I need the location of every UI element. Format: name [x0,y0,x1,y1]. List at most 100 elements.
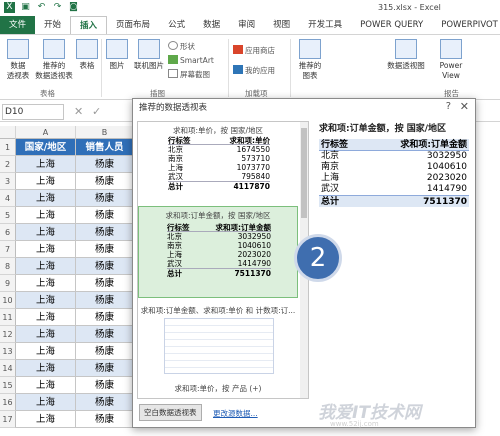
data-cell[interactable]: 上海 [16,411,76,428]
column-header-b[interactable]: B [76,126,134,139]
shapes-button[interactable]: 形状 [168,41,195,52]
data-cell[interactable]: 上海 [16,241,76,258]
pivot-table-button[interactable]: 数据 透视表 [3,39,33,81]
row-header[interactable]: 4 [0,190,16,207]
data-cell[interactable]: 上海 [16,360,76,377]
row-header[interactable]: 1 [0,139,16,156]
recommendation-card-2-selected[interactable]: 求和项:订单金额，按 国家/地区 行标签 求和项:订单金额 北京 3032950 南… [138,206,298,298]
row-header[interactable]: 8 [0,258,16,275]
data-cell[interactable]: 上海 [16,343,76,360]
data-cell[interactable]: 杨康 [76,190,134,207]
formula-cancel-icon[interactable]: ✕ [74,105,83,118]
data-cell[interactable]: 杨康 [76,156,134,173]
data-cell[interactable]: 杨康 [76,224,134,241]
data-cell[interactable]: 上海 [16,309,76,326]
data-cell[interactable]: 上海 [16,190,76,207]
help-icon[interactable]: ? [446,101,451,112]
row-header[interactable]: 12 [0,326,16,343]
data-cell[interactable]: 杨康 [76,326,134,343]
select-all-corner[interactable] [0,126,16,139]
tab-power-query[interactable]: POWER QUERY [351,16,432,34]
card-label: 求和项:单价，按 产品 (+) [174,384,262,393]
data-cell[interactable]: 杨康 [76,275,134,292]
row-header[interactable]: 17 [0,411,16,428]
data-cell[interactable]: 上海 [16,275,76,292]
mini-pivot-table: 行标签 求和项:单价 北京 1674550 南京 573710 上海 1073770 武… [168,136,270,191]
recommendation-card-1[interactable]: 求和项:单价，按 国家/地区 行标签 求和项:单价 北京 1674550 南京 573… [138,122,298,204]
power-view-button[interactable]: Power View [436,39,466,81]
smartart-button[interactable]: SmartArt [168,55,214,65]
tab-file[interactable]: 文件 [0,16,36,34]
row-header[interactable]: 14 [0,360,16,377]
quick-access-toolbar: X ▣ ↶ ↷ ◙ [4,2,79,13]
data-cell[interactable]: 上海 [16,224,76,241]
data-cell[interactable]: 杨康 [76,292,134,309]
tab-view[interactable]: 视图 [264,16,299,34]
row-header[interactable]: 11 [0,309,16,326]
recommended-chart-button[interactable]: 推荐的 图表 [294,39,326,81]
my-apps-button[interactable]: 我的应用 [233,65,275,76]
row-header[interactable]: 9 [0,275,16,292]
row-header[interactable]: 7 [0,241,16,258]
my-apps-icon [233,65,243,74]
redo-icon[interactable]: ↷ [52,2,63,13]
undo-icon[interactable]: ↶ [36,2,47,13]
tab-home[interactable]: 开始 [35,16,70,34]
scrollbar-thumb[interactable] [301,128,307,218]
data-cell[interactable]: 杨康 [76,207,134,224]
tab-review[interactable]: 审阅 [229,16,264,34]
data-cell[interactable]: 杨康 [76,258,134,275]
data-cell[interactable]: 上海 [16,258,76,275]
data-cell[interactable]: 杨康 [76,343,134,360]
name-box[interactable]: D10 [2,104,64,120]
row-header[interactable]: 6 [0,224,16,241]
header-cell[interactable]: 销售人员 [76,139,134,156]
tab-data[interactable]: 数据 [194,16,229,34]
tab-insert[interactable]: 插入 [70,16,108,34]
ribbon-insert: 数据 透视表 推荐的 数据透视表 表格 表格 图片 联机图片 形状 SmartA… [0,34,500,100]
row-header[interactable]: 13 [0,343,16,360]
recommendation-card-3[interactable]: 求和项:订单金额、求和项:单价 和 计数项:订... [138,302,298,378]
formula-enter-icon[interactable]: ✓ [92,105,101,118]
row-header[interactable]: 5 [0,207,16,224]
data-cell[interactable]: 杨康 [76,241,134,258]
online-picture-button[interactable]: 联机图片 [131,39,167,71]
recommended-pivot-button[interactable]: 推荐的 数据透视表 [34,39,74,81]
tab-developer[interactable]: 开发工具 [299,16,351,34]
header-cell[interactable]: 国家/地区 [16,139,76,156]
data-cell[interactable]: 上海 [16,326,76,343]
row-header[interactable]: 15 [0,377,16,394]
tab-powerpivot[interactable]: POWERPIVOT [432,16,500,34]
data-cell[interactable]: 上海 [16,156,76,173]
blank-pivot-button[interactable]: 空白数据透视表 [139,404,202,421]
data-cell[interactable]: 上海 [16,377,76,394]
tab-page-layout[interactable]: 页面布局 [107,16,159,34]
data-cell[interactable]: 上海 [16,394,76,411]
mini-pivot-table-preview [164,318,274,374]
row-header[interactable]: 10 [0,292,16,309]
data-cell[interactable]: 杨康 [76,173,134,190]
picture-button[interactable]: 图片 [106,39,128,71]
data-cell[interactable]: 上海 [16,292,76,309]
data-cell[interactable]: 上海 [16,173,76,190]
tab-formulas[interactable]: 公式 [159,16,194,34]
column-header-a[interactable]: A [16,126,76,139]
close-icon[interactable]: ✕ [460,100,469,113]
recommendation-card-4[interactable]: 求和项:单价，按 产品 (+) [138,380,298,398]
save-icon[interactable]: ▣ [20,2,31,13]
row-header[interactable]: 3 [0,173,16,190]
pivot-chart-button[interactable]: 数据透视图 [384,39,428,71]
row-header[interactable]: 2 [0,156,16,173]
change-source-link[interactable]: 更改源数据... [213,408,258,419]
data-cell[interactable]: 杨康 [76,394,134,411]
row-header[interactable]: 16 [0,394,16,411]
data-cell[interactable]: 杨康 [76,411,134,428]
data-cell[interactable]: 杨康 [76,377,134,394]
screenshot-button[interactable]: 屏幕截图 [168,69,210,80]
app-store-button[interactable]: 应用商店 [233,45,275,56]
data-cell[interactable]: 上海 [16,207,76,224]
table-button[interactable]: 表格 [76,39,98,71]
camera-icon[interactable]: ◙ [68,2,79,13]
data-cell[interactable]: 杨康 [76,309,134,326]
data-cell[interactable]: 杨康 [76,360,134,377]
